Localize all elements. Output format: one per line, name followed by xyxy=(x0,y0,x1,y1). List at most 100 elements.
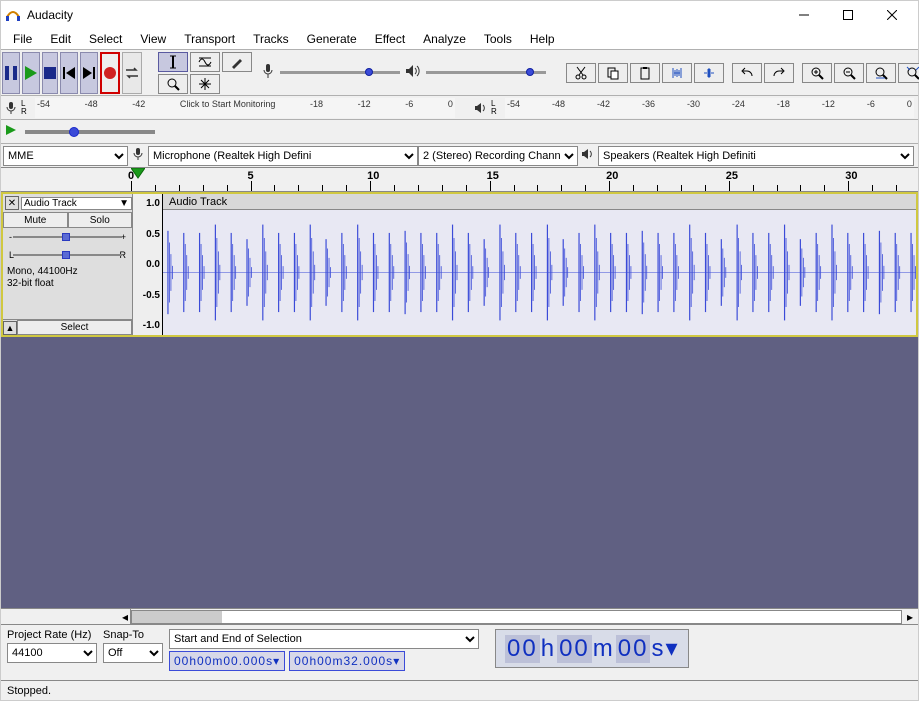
selection-mode-select[interactable]: Start and End of Selection xyxy=(169,629,479,649)
project-rate-label: Project Rate (Hz) xyxy=(7,629,97,641)
paste-button[interactable] xyxy=(630,63,660,83)
trim-button[interactable] xyxy=(662,63,692,83)
mic-icon xyxy=(261,63,275,82)
copy-button[interactable] xyxy=(598,63,628,83)
meters-row: LR -54-48-42 Click to Start Monitoring -… xyxy=(1,95,918,119)
maximize-button[interactable] xyxy=(826,1,870,29)
audio-position-display[interactable]: 00h 00m 00s▾ xyxy=(495,629,689,668)
waveform-area[interactable]: Audio Track xyxy=(163,194,916,335)
selection-tool-button[interactable] xyxy=(158,52,188,72)
title-bar: Audacity xyxy=(1,1,918,29)
monitor-label[interactable]: Click to Start Monitoring xyxy=(180,99,276,119)
scroll-right-button[interactable]: ▸ xyxy=(907,610,913,624)
track-control-panel: ✕ Audio Track▼ Mute Solo - + L R xyxy=(3,194,133,335)
redo-button[interactable] xyxy=(764,63,794,83)
play-level-slider[interactable] xyxy=(426,71,546,74)
menu-transport[interactable]: Transport xyxy=(176,30,243,48)
device-row: MME Microphone (Realtek High Defini 2 (S… xyxy=(1,143,918,167)
pause-button[interactable] xyxy=(2,52,20,94)
stop-button[interactable] xyxy=(42,52,58,94)
rec-meter[interactable]: -54-48-42 Click to Start Monitoring -18-… xyxy=(35,98,455,118)
loop-button[interactable] xyxy=(122,52,142,94)
menu-generate[interactable]: Generate xyxy=(299,30,365,48)
mic-icon-dev xyxy=(128,147,148,164)
track-area: ✕ Audio Track▼ Mute Solo - + L R xyxy=(1,192,918,608)
clip-label[interactable]: Audio Track xyxy=(163,194,916,210)
playback-speed-row xyxy=(1,119,918,143)
zoom-tool-button[interactable] xyxy=(158,74,188,94)
track-collapse-button[interactable]: ▲ xyxy=(3,321,17,335)
menu-tools[interactable]: Tools xyxy=(476,30,520,48)
selection-end-time[interactable]: 00h00m32.000s▾ xyxy=(289,651,405,671)
menu-effect[interactable]: Effect xyxy=(367,30,413,48)
silence-button[interactable] xyxy=(694,63,724,83)
status-bar: Stopped. xyxy=(1,680,918,700)
minimize-button[interactable] xyxy=(782,1,826,29)
play-meter[interactable]: -54-48-42-36-30-24-18-12-60 xyxy=(505,98,914,118)
play-at-speed-button[interactable] xyxy=(5,124,17,139)
solo-button[interactable]: Solo xyxy=(68,212,133,228)
play-channels: LR xyxy=(491,100,501,116)
menu-select[interactable]: Select xyxy=(81,30,130,48)
menu-help[interactable]: Help xyxy=(522,30,563,48)
speaker-icon xyxy=(405,64,421,81)
track-menu-button[interactable]: Audio Track▼ xyxy=(21,197,132,210)
undo-button[interactable] xyxy=(732,63,762,83)
record-button[interactable] xyxy=(100,52,120,94)
zoom-sel-button[interactable] xyxy=(866,63,896,83)
gain-slider-row: - + xyxy=(3,228,132,246)
scroll-left-button[interactable]: ◂ xyxy=(122,610,128,624)
selection-start-time[interactable]: 00h00m00.000s▾ xyxy=(169,651,285,671)
menu-bar: File Edit Select View Transport Tracks G… xyxy=(1,29,918,49)
rec-channels: LR xyxy=(21,100,31,116)
rec-level-slider[interactable] xyxy=(280,71,400,74)
selection-toolbar: Project Rate (Hz) 44100 Snap-To Off Star… xyxy=(1,624,918,680)
edit-group xyxy=(565,62,919,84)
horizontal-scrollbar[interactable] xyxy=(131,610,902,624)
audio-host-select[interactable]: MME xyxy=(3,146,128,166)
rec-meter-icon[interactable] xyxy=(1,98,21,118)
multi-tool-button[interactable] xyxy=(190,74,220,94)
play-button[interactable] xyxy=(22,52,40,94)
snap-to-label: Snap-To xyxy=(103,629,163,641)
mute-button[interactable]: Mute xyxy=(3,212,68,228)
status-text: Stopped. xyxy=(7,685,51,697)
pan-slider-row: L R xyxy=(3,246,132,264)
skip-start-button[interactable] xyxy=(60,52,78,94)
menu-tracks[interactable]: Tracks xyxy=(245,30,297,48)
output-device-select[interactable]: Speakers (Realtek High Definiti xyxy=(598,146,914,166)
zoom-in-button[interactable] xyxy=(802,63,832,83)
draw-tool-button[interactable] xyxy=(222,52,252,72)
track-close-button[interactable]: ✕ xyxy=(5,196,19,210)
chevron-down-icon: ▼ xyxy=(119,198,129,209)
skip-end-button[interactable] xyxy=(80,52,98,94)
tools-group xyxy=(157,51,253,95)
snap-to-select[interactable]: Off xyxy=(103,643,163,663)
audio-track: ✕ Audio Track▼ Mute Solo - + L R xyxy=(1,192,918,337)
input-device-select[interactable]: Microphone (Realtek High Defini xyxy=(148,146,418,166)
close-button[interactable] xyxy=(870,1,914,29)
track-select-button[interactable]: Select xyxy=(17,320,132,335)
speaker-icon-dev xyxy=(578,148,598,163)
gain-slider[interactable] xyxy=(13,236,122,238)
cut-button[interactable] xyxy=(566,63,596,83)
menu-analyze[interactable]: Analyze xyxy=(415,30,474,48)
play-meter-icon[interactable] xyxy=(471,98,491,118)
pan-slider[interactable] xyxy=(13,254,122,256)
project-rate-select[interactable]: 44100 xyxy=(7,643,97,663)
transport-toolbar xyxy=(1,49,918,95)
zoom-fit-button[interactable] xyxy=(898,63,919,83)
track-info: Mono, 44100Hz 32-bit float xyxy=(3,264,132,292)
playback-speed-slider[interactable] xyxy=(25,130,155,134)
app-icon xyxy=(5,7,21,23)
timeline-ruler[interactable]: 051015202530 xyxy=(1,167,918,192)
menu-view[interactable]: View xyxy=(132,30,174,48)
app-title: Audacity xyxy=(27,8,782,22)
menu-file[interactable]: File xyxy=(5,30,40,48)
envelope-tool-button[interactable] xyxy=(190,52,220,72)
input-channels-select[interactable]: 2 (Stereo) Recording Chann xyxy=(418,146,578,166)
vertical-scale[interactable]: 1.0 0.5 0.0 -0.5 -1.0 xyxy=(133,194,163,335)
zoom-out-button[interactable] xyxy=(834,63,864,83)
menu-edit[interactable]: Edit xyxy=(42,30,79,48)
rec-level-group xyxy=(261,63,551,82)
